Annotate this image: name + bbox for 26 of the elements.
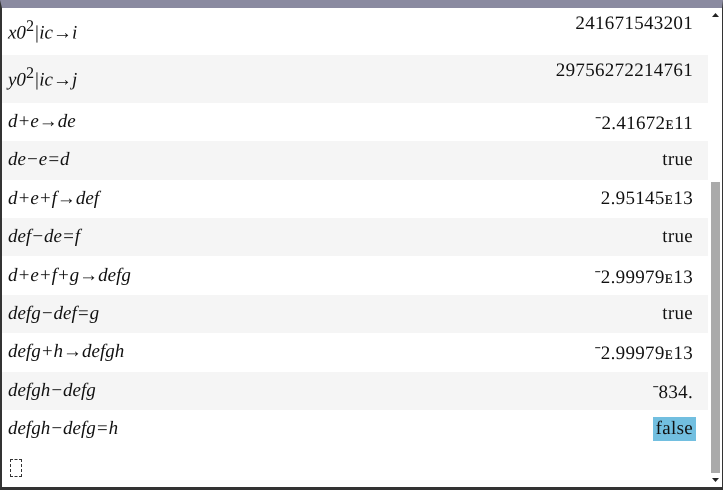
math-result[interactable]: true	[659, 302, 696, 326]
math-input[interactable]: defgh−defg	[8, 380, 96, 402]
math-input[interactable]: de−e=d	[8, 149, 70, 172]
math-result[interactable]: 241671543201	[572, 12, 696, 36]
scroll-up-icon[interactable]	[712, 13, 718, 17]
math-result[interactable]: true	[659, 225, 696, 250]
input-field[interactable]	[10, 458, 22, 477]
math-result[interactable]: ⁻2.99979ᴇ13	[592, 338, 696, 366]
math-result[interactable]: 29756272214761	[552, 59, 696, 84]
math-input[interactable]: def−de=f	[8, 226, 80, 248]
math-result[interactable]: ⁻834.	[649, 376, 696, 405]
math-input[interactable]: d+e→de	[8, 110, 76, 133]
math-input[interactable]: defgh−defg=h	[8, 418, 118, 440]
math-result[interactable]: false	[652, 417, 696, 442]
math-result[interactable]: ⁻2.41672ᴇ11	[592, 108, 696, 136]
math-input[interactable]: d+e+f+g→defg	[8, 264, 131, 287]
math-input[interactable]: d+e+f→def	[8, 188, 100, 210]
math-input[interactable]: defg−def=g	[8, 303, 100, 326]
math-result[interactable]: true	[659, 148, 696, 172]
math-input[interactable]: defg+h→defgh	[8, 341, 124, 364]
math-result[interactable]: ⁻2.99979ᴇ13	[592, 262, 696, 290]
math-input[interactable]: y0$^{2}$|ic→j	[8, 59, 78, 92]
math-input[interactable]: x0$^{2}$|ic→i	[8, 12, 78, 44]
scrollbar-thumb[interactable]	[710, 182, 720, 473]
scroll-down-icon[interactable]	[712, 478, 718, 482]
math-result[interactable]: 2.95145ᴇ13	[598, 186, 696, 211]
